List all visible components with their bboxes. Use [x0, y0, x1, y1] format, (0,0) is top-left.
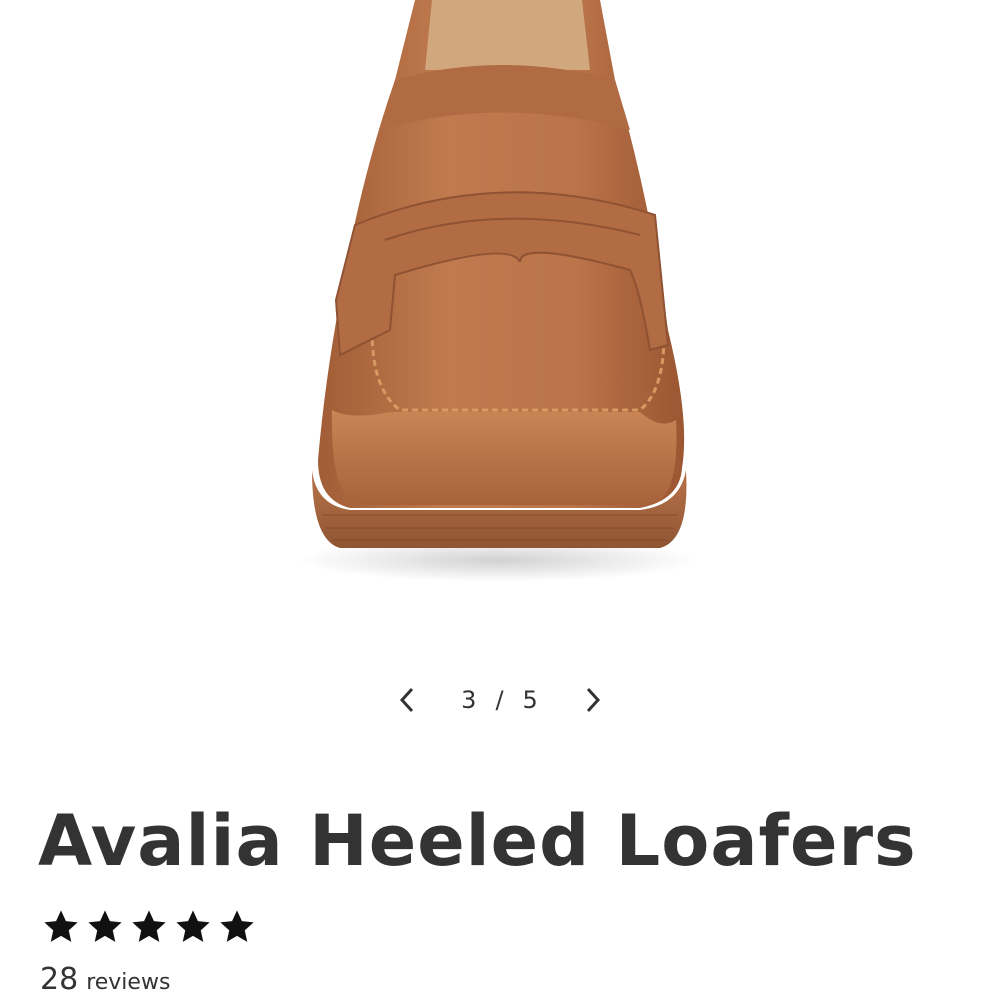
chevron-right-icon [586, 687, 600, 713]
review-label: reviews [86, 970, 171, 995]
image-counter: 3 / 5 [461, 686, 539, 714]
total-image-count: 5 [522, 686, 539, 714]
previous-image-button[interactable] [383, 676, 431, 724]
gallery-navigation: 3 / 5 [0, 672, 1000, 728]
star-icon [132, 910, 166, 942]
star-icon [176, 910, 210, 942]
product-image[interactable] [0, 0, 1000, 640]
current-image-number: 3 [461, 686, 478, 714]
star-icon [88, 910, 122, 942]
star-rating[interactable] [42, 908, 256, 946]
star-icon [220, 910, 254, 942]
chevron-left-icon [400, 687, 414, 713]
next-image-button[interactable] [569, 676, 617, 724]
product-page: 3 / 5 Avalia Heeled Loafers 28 reviews [0, 0, 1000, 1000]
reviews-link[interactable]: 28 reviews [40, 962, 170, 997]
product-title: Avalia Heeled Loafers [38, 800, 917, 882]
review-count: 28 [40, 962, 79, 997]
star-icon [44, 910, 78, 942]
counter-separator: / [495, 686, 505, 714]
